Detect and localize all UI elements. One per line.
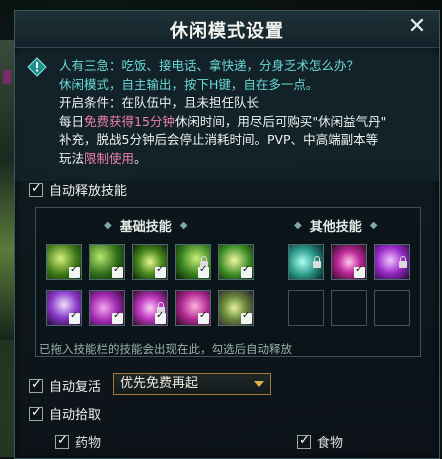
checked-mark[interactable] [112, 264, 123, 278]
skill-slot-other-3[interactable] [374, 244, 410, 280]
checked-mark[interactable] [354, 264, 365, 278]
skill-slot-basic-7[interactable] [89, 290, 125, 326]
auto-skill-label: 自动释放技能 [49, 184, 128, 199]
checked-mark[interactable] [198, 264, 209, 278]
basic-skills-title: 基础技能 [119, 220, 172, 235]
checked-mark[interactable] [241, 264, 252, 278]
revive-mode-dropdown[interactable]: 优先免费再起 [113, 373, 271, 395]
checked-mark[interactable] [69, 264, 80, 278]
mode-description: 人有三急：吃饭、接电话、拿快递，分身乏术怎么办？ 休闲模式，自主输出，按下H键，… [15, 53, 439, 181]
skill-slot-other-empty-3[interactable] [374, 290, 410, 326]
skill-slot-basic-6[interactable] [46, 290, 82, 326]
notice-line-1: 人有三急：吃饭、接电话、拿快递，分身乏术怎么办？ [59, 58, 360, 73]
checked-mark[interactable] [155, 264, 166, 278]
skill-slot-basic-1[interactable] [46, 244, 82, 280]
notice-line-4: 每日免费获得15分钟休闲时间，用尽后可购买"休闲益气丹" [59, 113, 387, 129]
skill-slot-basic-9[interactable] [175, 290, 211, 326]
restricted-highlight: 限制使用 [84, 150, 135, 166]
basic-skills-header: ◆ 基础技能 ◆ [104, 216, 187, 235]
checked-mark[interactable] [112, 310, 123, 324]
skill-slot-basic-5[interactable] [218, 244, 254, 280]
diamond-icon: ◆ [104, 220, 112, 231]
auto-revive-checkbox[interactable] [29, 377, 43, 393]
pickup-food-option[interactable]: 食物 [297, 432, 343, 451]
notice-condition: 开启条件：在队伍中，且未担任队长 [59, 95, 260, 110]
close-icon[interactable]: ✕ [405, 15, 429, 39]
notice-line-2: 休闲模式，自主输出，按下H键，自在多一点。 [59, 76, 319, 92]
pickup-food-checkbox[interactable] [297, 433, 311, 449]
skill-slot-basic-3[interactable] [132, 244, 168, 280]
diamond-icon: ◆ [294, 220, 302, 231]
skill-slot-other-1[interactable] [288, 244, 324, 280]
background-decoration [0, 40, 14, 340]
lock-icon [399, 256, 407, 268]
auto-skill-toggle[interactable]: 自动释放技能 [29, 180, 127, 199]
skill-hint-text: 已拖入技能栏的技能会出现在此，勾选后自动释放 [39, 342, 292, 356]
pickup-medicine-checkbox[interactable] [55, 433, 69, 449]
notice-line-6: 玩法限制使用。 [59, 150, 147, 166]
checked-mark[interactable] [241, 310, 252, 324]
leisure-mode-settings-dialog: 休闲模式设置 ✕ 人有三急：吃饭、接电话、拿快递，分身乏术怎么办？ 休闲模式，自… [14, 10, 440, 459]
notice-line-5: 补充，脱战5分钟后会停止消耗时间。PVP、中高端副本等 [59, 132, 379, 147]
dialog-title: 休闲模式设置 [170, 21, 284, 42]
skill-slot-basic-4[interactable] [175, 244, 211, 280]
pickup-food-label: 食物 [317, 436, 344, 451]
skill-selection-box: ◆ 基础技能 ◆ ◆ 其他技能 ◆ [35, 207, 421, 357]
info-diamond-icon [27, 57, 47, 77]
auto-pickup-toggle[interactable]: 自动拾取 [29, 404, 101, 423]
free-time-highlight: 免费获得15分钟 [84, 113, 175, 129]
background-decoration-accent [3, 70, 11, 84]
title-bar: 休闲模式设置 ✕ [15, 11, 439, 48]
skill-slot-other-empty-1[interactable] [288, 290, 324, 326]
revive-mode-value: 优先免费再起 [120, 376, 199, 391]
pickup-medicine-label: 药物 [75, 436, 102, 451]
auto-revive-label: 自动复活 [49, 380, 102, 395]
auto-pickup-checkbox[interactable] [29, 405, 43, 421]
auto-skill-checkbox[interactable] [29, 181, 43, 197]
chevron-down-icon[interactable] [254, 381, 264, 387]
skill-slot-basic-2[interactable] [89, 244, 125, 280]
pickup-medicine-option[interactable]: 药物 [55, 432, 101, 451]
checked-mark[interactable] [69, 310, 80, 324]
checked-mark[interactable] [198, 310, 209, 324]
lock-icon [313, 256, 321, 268]
skill-slot-other-2[interactable] [331, 244, 367, 280]
auto-revive-toggle[interactable]: 自动复活 [29, 376, 101, 395]
other-skills-header: ◆ 其他技能 ◆ [294, 216, 377, 235]
diamond-icon: ◆ [369, 220, 378, 231]
skill-slot-basic-10[interactable] [218, 290, 254, 326]
skill-slot-basic-8[interactable] [132, 290, 168, 326]
diamond-icon: ◆ [179, 220, 188, 231]
skill-slot-other-empty-2[interactable] [331, 290, 367, 326]
auto-pickup-label: 自动拾取 [49, 408, 102, 423]
checked-mark[interactable] [155, 310, 166, 324]
other-skills-title: 其他技能 [309, 220, 362, 235]
